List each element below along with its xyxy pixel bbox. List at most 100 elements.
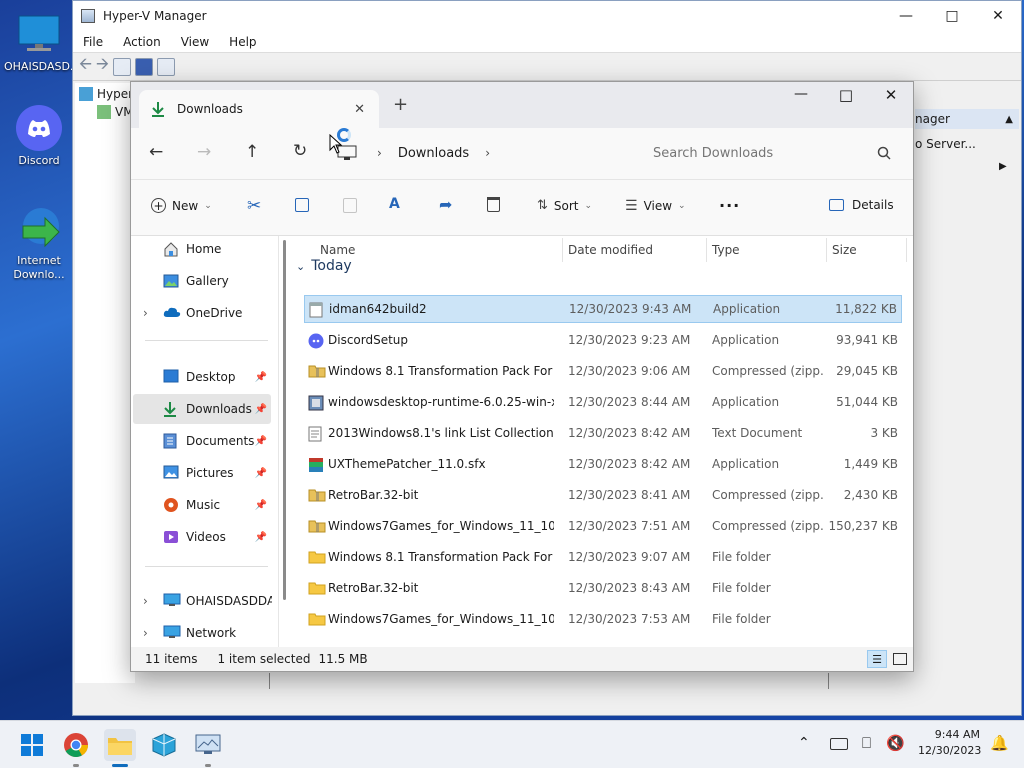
nav-item-this-pc[interactable]: › OHAISDASDDAS — [133, 586, 272, 616]
forward-button[interactable]: → — [197, 142, 211, 162]
hyperv-titlebar: Hyper-V Manager — □ ✕ — [73, 1, 1021, 31]
up-button[interactable]: ↑ — [245, 142, 259, 162]
expand-chevron-icon[interactable]: › — [143, 594, 148, 608]
breadcrumb-downloads[interactable]: Downloads — [398, 146, 469, 161]
new-tab-button[interactable]: + — [393, 94, 408, 115]
paste-icon[interactable] — [343, 198, 357, 213]
menu-view[interactable]: View — [171, 35, 219, 49]
view-button[interactable]: ☰ View ⌄ — [625, 198, 686, 214]
file-row[interactable]: Windows 8.1 Transformation Pack For Wi..… — [304, 543, 902, 571]
tree-child[interactable]: VM — [97, 105, 134, 119]
hyperv-minimize-button[interactable]: — — [883, 1, 929, 31]
file-row[interactable]: idman642build2 12/30/2023 9:43 AM Applicat… — [304, 295, 902, 323]
file-type: Text Document — [712, 426, 803, 440]
file-row[interactable]: Windows 8.1 Transformation Pack For Wi..… — [304, 357, 902, 385]
action-pane-toggle-icon[interactable] — [157, 57, 175, 76]
explorer-maximize-button[interactable]: □ — [831, 86, 861, 104]
file-row[interactable]: Windows7Games_for_Windows_11_10_8 12/30/2… — [304, 605, 902, 633]
app-taskbar-button[interactable] — [148, 729, 180, 761]
chrome-icon — [64, 733, 88, 758]
nav-scrollbar[interactable] — [283, 240, 286, 600]
details-button[interactable]: Details — [829, 198, 894, 212]
item-count: 11 items — [145, 652, 198, 666]
file-row[interactable]: 2013Windows8.1's link List Collections 12… — [304, 419, 902, 447]
rename-icon[interactable]: A​ — [389, 196, 400, 212]
volume-muted-icon[interactable]: 🔇 — [886, 734, 905, 752]
keyboard-icon[interactable] — [830, 738, 848, 750]
help-icon[interactable] — [135, 57, 153, 76]
column-header-type[interactable]: Type — [712, 236, 740, 264]
more-options-button[interactable]: ··· — [719, 196, 740, 215]
start-button[interactable] — [16, 729, 48, 761]
search-box[interactable] — [637, 136, 903, 170]
column-separator — [562, 238, 563, 262]
group-header-today[interactable]: ⌄ Today — [296, 258, 352, 274]
file-date: 12/30/2023 9:23 AM — [568, 333, 691, 347]
search-input[interactable] — [653, 145, 863, 161]
explorer-tab-downloads[interactable]: Downloads ✕ — [139, 90, 379, 128]
notification-bell-icon[interactable]: 🔔 — [990, 734, 1009, 752]
nav-item-documents[interactable]: Documents 📌 — [133, 426, 271, 456]
nav-item-onedrive[interactable]: › OneDrive — [133, 298, 271, 328]
show-hidden-icons-chevron-icon[interactable]: ⌃ — [798, 735, 810, 751]
explorer-tab-row: Downloads ✕ + — □ ✕ — [131, 82, 913, 128]
forward-arrow-icon[interactable]: 🡪 — [96, 53, 109, 80]
file-row[interactable]: RetroBar.32-bit 12/30/2023 8:43 AM File fo… — [304, 574, 902, 602]
column-header-date[interactable]: Date modified — [568, 236, 653, 264]
file-type: File folder — [712, 612, 771, 626]
hyperv-action-item[interactable]: o Server... — [915, 137, 976, 151]
refresh-button[interactable]: ↻ — [293, 141, 307, 161]
hyperv-maximize-button[interactable]: □ — [929, 1, 975, 31]
file-row[interactable]: RetroBar.32-bit 12/30/2023 8:41 AM Compres… — [304, 481, 902, 509]
explorer-minimize-button[interactable]: — — [786, 86, 816, 102]
console-tree-toggle-icon[interactable] — [113, 57, 131, 76]
clock[interactable]: 9:44 AM 12/30/2023 — [918, 727, 981, 759]
menu-action[interactable]: Action — [113, 35, 171, 49]
details-view-icon[interactable]: ☰ — [867, 650, 887, 668]
file-type: Application — [712, 457, 780, 471]
expand-chevron-icon[interactable]: › — [143, 626, 148, 640]
menu-help[interactable]: Help — [219, 35, 266, 49]
sort-button[interactable]: ⇅ Sort ⌄ — [537, 198, 592, 213]
nav-item-network[interactable]: › Network — [133, 618, 271, 648]
column-header-size[interactable]: Size — [832, 236, 857, 264]
cut-icon[interactable]: ✂ — [247, 196, 261, 216]
chrome-taskbar-button[interactable] — [60, 729, 92, 767]
copy-icon[interactable] — [295, 198, 309, 212]
file-explorer-taskbar-button[interactable] — [104, 729, 136, 767]
nav-item-videos[interactable]: Videos 📌 — [133, 522, 271, 552]
back-button[interactable]: ← — [149, 142, 163, 162]
network-status-icon[interactable]: ⎕ — [862, 734, 871, 752]
share-icon[interactable]: ➦ — [439, 195, 452, 214]
desktop-icon-computer[interactable]: OHAISDASD... — [4, 10, 80, 74]
address-bar[interactable]: › Downloads › — [327, 136, 627, 170]
expand-chevron-icon[interactable]: › — [143, 306, 148, 320]
discord-icon — [15, 104, 63, 152]
tree-root[interactable]: Hyper — [79, 87, 133, 101]
nav-item-gallery[interactable]: Gallery — [133, 266, 271, 296]
back-arrow-icon[interactable]: 🡨 — [79, 53, 92, 80]
new-button[interactable]: + New ⌄ — [151, 198, 212, 213]
file-row[interactable]: Windows7Games_for_Windows_11_10_8 12/30/2… — [304, 512, 902, 540]
delete-icon[interactable] — [487, 197, 500, 212]
nav-item-music[interactable]: Music 📌 — [133, 490, 271, 520]
tab-close-icon[interactable]: ✕ — [354, 102, 365, 117]
music-icon — [163, 497, 181, 513]
collapse-triangle-icon[interactable]: ▲ — [1005, 114, 1013, 125]
nav-item-desktop[interactable]: Desktop 📌 — [133, 362, 271, 392]
file-row[interactable]: UXThemePatcher_11.0.sfx 12/30/2023 8:42 A… — [304, 450, 902, 478]
menu-file[interactable]: File — [73, 35, 113, 49]
nav-item-pictures[interactable]: Pictures 📌 — [133, 458, 271, 488]
desktop-icon-idm[interactable]: Internet Downlo... — [4, 204, 74, 282]
hyperv-close-button[interactable]: ✕ — [975, 1, 1021, 31]
explorer-close-button[interactable]: ✕ — [876, 86, 906, 104]
hyperv-taskbar-button[interactable] — [192, 729, 224, 767]
tiles-view-icon[interactable] — [893, 653, 907, 665]
file-row[interactable]: DiscordSetup 12/30/2023 9:23 AM Applicatio… — [304, 326, 902, 354]
nav-item-home[interactable]: Home — [133, 234, 271, 264]
status-bar: 11 items 1 item selected 11.5 MB ☰ — [131, 647, 913, 671]
file-row[interactable]: windowsdesktop-runtime-6.0.25-win-x86 12/… — [304, 388, 902, 416]
nav-item-downloads[interactable]: Downloads 📌 — [133, 394, 271, 424]
desktop-icon-discord[interactable]: Discord — [4, 104, 74, 168]
cloud-icon — [163, 305, 181, 321]
